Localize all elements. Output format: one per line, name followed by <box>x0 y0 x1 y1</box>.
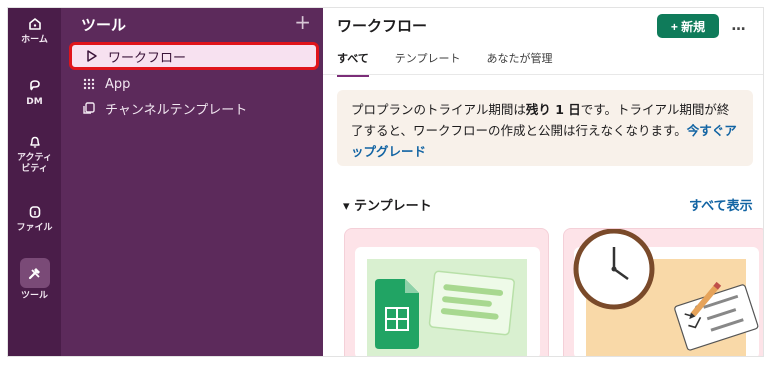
banner-text-1: プロプランのトライアル期間は <box>351 102 526 117</box>
sidebar-title: ツール <box>81 16 127 34</box>
page-title: ワークフロー <box>337 17 428 35</box>
templates-heading[interactable]: ▾ テンプレート <box>343 195 432 214</box>
rail-dm[interactable]: DM <box>8 78 61 108</box>
add-button[interactable]: + <box>294 12 311 32</box>
rail-home[interactable]: ホーム <box>8 16 61 46</box>
sidebar: ツール + ワークフロー App チャンネルテンプレート <box>61 8 323 356</box>
copy-icon <box>81 100 97 116</box>
sidebar-item-channel-templates[interactable]: チャンネルテンプレート <box>69 94 319 122</box>
rail-tools-active-bg <box>19 258 50 288</box>
sidebar-item-workflow-label: ワークフロー <box>108 50 187 66</box>
more-options-button[interactable]: … <box>727 14 751 38</box>
app-window: ホーム DM アクティ ビティ ファイル ツール ツール + ワークフロー Ap… <box>7 7 764 357</box>
tab-all[interactable]: すべて <box>337 50 369 77</box>
tab-templates[interactable]: テンプレート <box>395 50 461 77</box>
tools-icon <box>28 268 40 280</box>
rail-files[interactable]: ファイル <box>8 204 61 234</box>
tab-divider <box>323 74 763 75</box>
play-icon <box>84 48 100 64</box>
main-panel: ワークフロー + 新規 … すべて テンプレート あなたが管理 プロプランのトラ… <box>323 8 763 356</box>
rail-dm-label: DM <box>26 97 43 107</box>
dm-icon <box>29 80 40 91</box>
rail-activity-label: アクティ ビティ <box>16 153 52 174</box>
rail-files-label: ファイル <box>16 223 53 233</box>
show-all-link[interactable]: すべて表示 <box>689 195 753 214</box>
bell-icon <box>29 136 40 148</box>
rail-activity[interactable]: アクティ ビティ <box>8 134 61 175</box>
sidebar-item-channel-templates-label: チャンネルテンプレート <box>105 102 248 118</box>
sidebar-item-workflow[interactable]: ワークフロー <box>69 42 319 70</box>
tab-bar: すべて テンプレート あなたが管理 <box>337 50 578 77</box>
clock-checklist-illustration <box>573 229 759 356</box>
file-icon <box>29 206 40 218</box>
grid-icon <box>81 76 97 92</box>
new-workflow-button[interactable]: + 新規 <box>657 14 719 38</box>
tab-managed[interactable]: あなたが管理 <box>486 50 552 77</box>
icon-rail: ホーム DM アクティ ビティ ファイル ツール <box>8 8 61 356</box>
template-card-spreadsheet[interactable] <box>344 228 549 356</box>
template-card-checklist[interactable] <box>563 228 763 356</box>
rail-tools-label: ツール <box>20 291 48 301</box>
rail-tools[interactable]: ツール <box>8 258 61 302</box>
rail-home-label: ホーム <box>21 35 48 45</box>
banner-remaining-days: 残り 1 日 <box>525 102 581 117</box>
home-icon <box>28 18 41 30</box>
trial-banner: プロプランのトライアル期間は残り 1 日です。トライアル期間が終了すると、ワーク… <box>337 90 753 166</box>
sidebar-item-app-label: App <box>105 76 131 92</box>
spreadsheet-illustration <box>355 247 540 356</box>
